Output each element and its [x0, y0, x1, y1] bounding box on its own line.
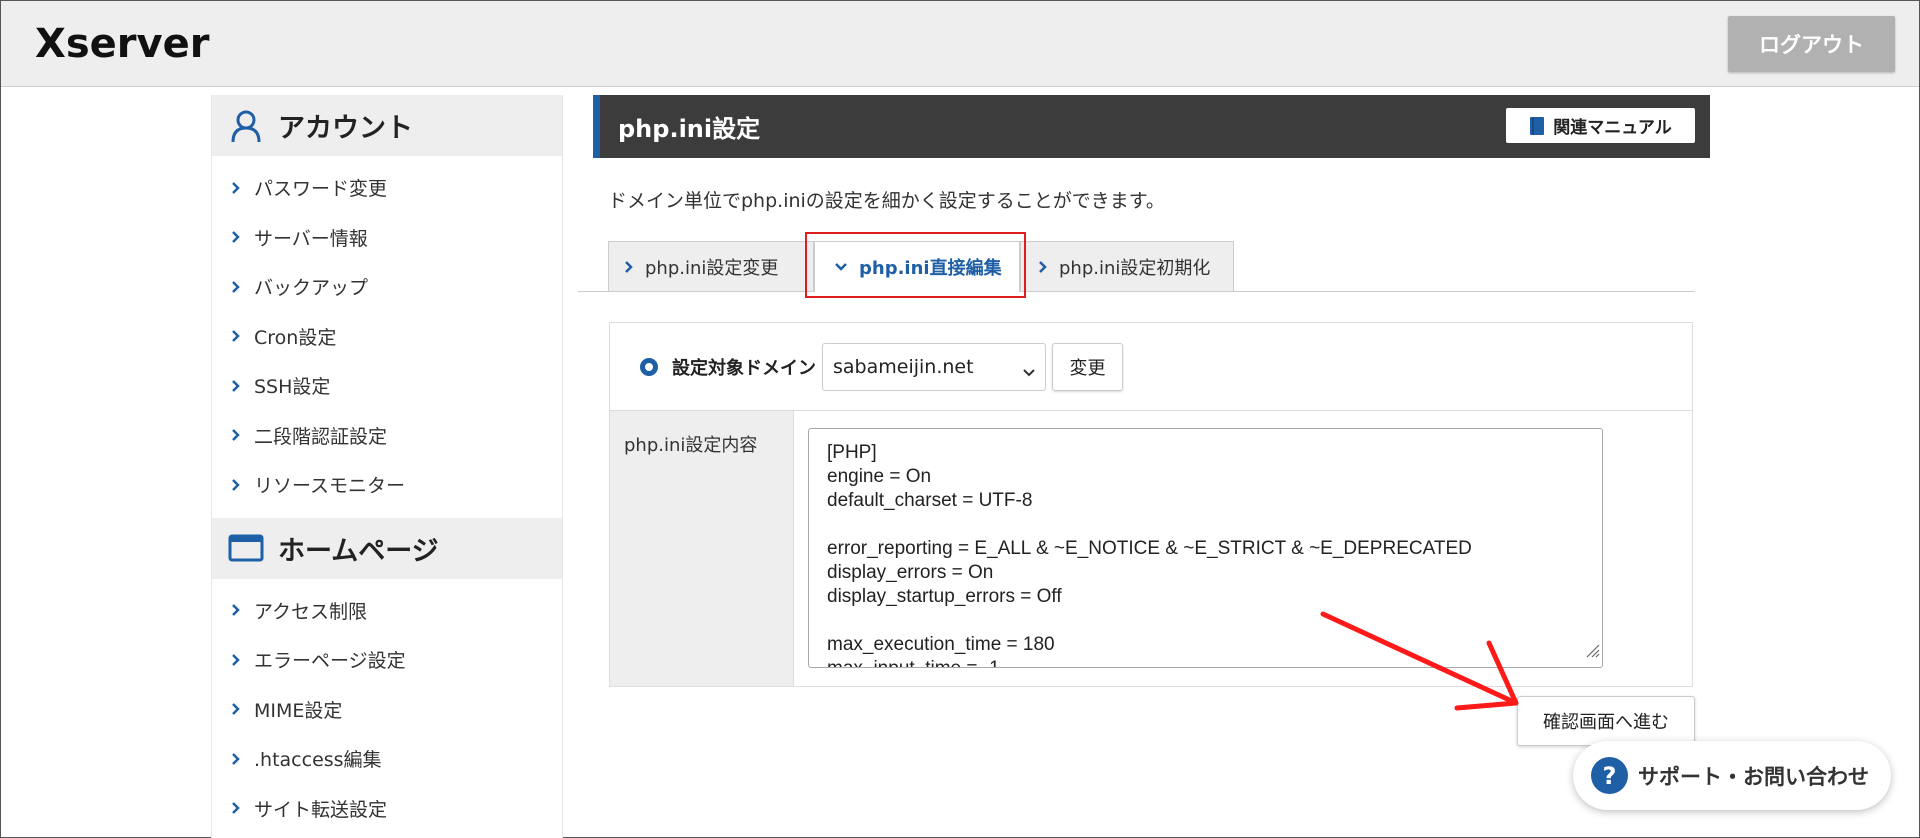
chevron-right-icon	[232, 478, 246, 491]
tab-bar: php.ini設定変更 php.ini直接編集 php.ini設定初期化	[608, 232, 1710, 298]
sidebar-item-ssh[interactable]: SSH設定	[212, 361, 562, 411]
browser-window-icon	[228, 530, 264, 566]
account-menu: パスワード変更 サーバー情報 バックアップ Cron設定 SSH設定 二段階認証…	[212, 156, 562, 518]
tab-php-ini-settings-change[interactable]: php.ini設定変更	[608, 241, 814, 291]
chevron-right-icon	[232, 379, 246, 392]
sidebar-item-backup[interactable]: バックアップ	[212, 262, 562, 312]
top-header: Xserver ログアウト	[1, 1, 1919, 87]
chevron-right-icon	[232, 752, 246, 765]
sidebar-item-label: MIME設定	[254, 699, 343, 722]
sidebar-item-password[interactable]: パスワード変更	[212, 163, 562, 213]
sidebar-heading-label: ホームページ	[278, 535, 439, 567]
domain-select[interactable]: sabameijin.net	[822, 342, 1046, 391]
sidebar-item-server-info[interactable]: サーバー情報	[212, 213, 562, 263]
sidebar-item-site-redirect[interactable]: サイト転送設定	[212, 784, 562, 834]
ini-line: [PHP]	[827, 442, 877, 463]
sidebar-item-two-factor[interactable]: 二段階認証設定	[212, 411, 562, 461]
proceed-to-confirm-button[interactable]: 確認画面へ進む	[1517, 696, 1695, 746]
chevron-right-icon	[232, 181, 246, 194]
tab-label: php.ini設定変更	[645, 257, 779, 279]
book-icon	[1529, 116, 1545, 136]
annotation-arrow-icon	[1320, 611, 1519, 711]
support-contact-button[interactable]: ? サポート・お問い合わせ	[1573, 741, 1891, 810]
sidebar-item-mime[interactable]: MIME設定	[212, 685, 562, 735]
chevron-right-icon	[232, 280, 246, 293]
ini-line	[827, 513, 1584, 537]
sidebar-item-label: リソースモニター	[254, 475, 406, 498]
chevron-down-icon	[1023, 360, 1035, 382]
sidebar-item-label: .htaccess編集	[254, 749, 382, 772]
sidebar-item-access-restriction[interactable]: アクセス制限	[212, 586, 562, 636]
logout-button[interactable]: ログアウト	[1728, 16, 1895, 72]
change-domain-button[interactable]: 変更	[1052, 342, 1123, 391]
chevron-right-icon	[625, 260, 633, 273]
ini-line: engine = On	[827, 466, 932, 487]
tab-php-ini-settings-reset[interactable]: php.ini設定初期化	[1020, 241, 1234, 291]
sidebar-item-resource-monitor[interactable]: リソースモニター	[212, 460, 562, 510]
ini-content-cell: [PHP] engine = On default_charset = UTF-…	[794, 411, 1692, 686]
ini-line: display_errors = On	[827, 562, 994, 583]
chevron-right-icon	[232, 802, 246, 815]
resize-handle-icon[interactable]	[1584, 641, 1600, 665]
sidebar-item-error-page[interactable]: エラーページ設定	[212, 635, 562, 685]
sidebar-item-label: SSH設定	[254, 376, 331, 399]
sidebar-item-label: サーバー情報	[254, 227, 368, 250]
homepage-menu: アクセス制限 エラーページ設定 MIME設定 .htaccess編集 サイト転送…	[212, 579, 562, 838]
tabs-divider	[578, 291, 1695, 292]
tab-label: php.ini設定初期化	[1059, 257, 1211, 279]
sidebar: アカウント パスワード変更 サーバー情報 バックアップ Cron設定 SSH設定…	[211, 95, 563, 838]
chevron-right-icon	[232, 429, 246, 442]
user-icon	[228, 108, 264, 144]
chevron-right-icon	[232, 604, 246, 617]
related-manual-button[interactable]: 関連マニュアル	[1506, 108, 1695, 143]
tab-highlight-box	[805, 232, 1026, 298]
sidebar-heading-label: アカウント	[278, 113, 413, 144]
sidebar-item-cron[interactable]: Cron設定	[212, 312, 562, 362]
page-title: php.ini設定	[618, 115, 761, 143]
sidebar-item-label: 二段階認証設定	[254, 425, 388, 448]
sidebar-item-label: アクセス制限	[254, 600, 368, 623]
sidebar-item-label: パスワード変更	[254, 178, 388, 201]
xserver-logo[interactable]: Xserver	[35, 21, 209, 67]
chevron-right-icon	[232, 231, 246, 244]
sidebar-heading-account: アカウント	[212, 95, 562, 156]
sidebar-heading-homepage: ホームページ	[212, 517, 562, 579]
page-description: ドメイン単位でphp.iniの設定を細かく設定することができます。	[608, 190, 1165, 212]
support-label: サポート・お問い合わせ	[1638, 764, 1869, 789]
sidebar-item-htaccess[interactable]: .htaccess編集	[212, 734, 562, 784]
question-icon: ?	[1591, 757, 1628, 794]
main-content: php.ini設定 関連マニュアル ドメイン単位でphp.iniの設定を細かく設…	[578, 95, 1710, 746]
chevron-right-icon	[232, 703, 246, 716]
related-manual-label: 関連マニュアル	[1553, 118, 1672, 138]
domain-label: 設定対象ドメイン	[672, 357, 816, 379]
domain-selector-row: 設定対象ドメイン sabameijin.net 変更	[609, 322, 1693, 411]
sidebar-item-label: サイト転送設定	[254, 798, 388, 821]
domain-select-value: sabameijin.net	[833, 355, 974, 378]
ini-line: error_reporting = E_ALL & ~E_NOTICE & ~E…	[827, 538, 1472, 559]
page-title-bar: php.ini設定 関連マニュアル	[593, 95, 1710, 158]
chevron-right-icon	[1039, 260, 1047, 273]
sidebar-item-label: バックアップ	[254, 277, 369, 300]
chevron-right-icon	[232, 653, 246, 666]
sidebar-item-label: エラーページ設定	[254, 650, 406, 673]
sidebar-item-label: Cron設定	[254, 326, 337, 349]
ini-line: default_charset = UTF-8	[827, 490, 1033, 511]
chevron-right-icon	[232, 330, 246, 343]
radio-selected-icon	[640, 357, 658, 376]
ini-content-label: php.ini設定内容	[610, 411, 794, 686]
